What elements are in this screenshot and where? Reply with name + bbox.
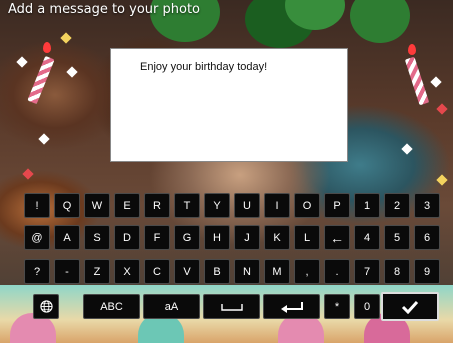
key-e[interactable]: E [114, 193, 140, 218]
key-asterisk[interactable]: * [324, 294, 350, 319]
key-o[interactable]: O [294, 193, 320, 218]
key-f[interactable]: F [144, 225, 170, 250]
enter-key[interactable] [263, 294, 320, 319]
key-symbol-10[interactable]: . [324, 259, 350, 284]
space-key[interactable] [203, 294, 260, 319]
key-y[interactable]: Y [204, 193, 230, 218]
key-x[interactable]: X [114, 259, 140, 284]
on-screen-keyboard: ABC aA * 0 ! Q W E R T Y U I O P 1 2 3 @ A S D F G H J K L ← 4 5 6?… [0, 0, 453, 343]
key-j[interactable]: J [234, 225, 260, 250]
key-symbol-0[interactable]: @ [24, 225, 50, 250]
case-toggle-key[interactable]: aA [143, 294, 200, 319]
key-c[interactable]: C [144, 259, 170, 284]
key-h[interactable]: H [204, 225, 230, 250]
key-3[interactable]: 3 [414, 193, 440, 218]
key-symbol-0[interactable]: ! [24, 193, 50, 218]
key-p[interactable]: P [324, 193, 350, 218]
key-w[interactable]: W [84, 193, 110, 218]
key-5[interactable]: 5 [384, 225, 410, 250]
key-symbol-9[interactable]: , [294, 259, 320, 284]
key-t[interactable]: T [174, 193, 200, 218]
key-1[interactable]: 1 [354, 193, 380, 218]
key-u[interactable]: U [234, 193, 260, 218]
key-q[interactable]: Q [54, 193, 80, 218]
key-a[interactable]: A [54, 225, 80, 250]
key-8[interactable]: 8 [384, 259, 410, 284]
key-6[interactable]: 6 [414, 225, 440, 250]
key-9[interactable]: 9 [414, 259, 440, 284]
key-m[interactable]: M [264, 259, 290, 284]
checkmark-icon [401, 300, 419, 314]
key-l[interactable]: L [294, 225, 320, 250]
globe-icon [39, 300, 53, 313]
key-b[interactable]: B [204, 259, 230, 284]
key-symbol-1[interactable]: - [54, 259, 80, 284]
key-r[interactable]: R [144, 193, 170, 218]
key-z[interactable]: Z [84, 259, 110, 284]
language-key[interactable] [33, 294, 59, 319]
key-2[interactable]: 2 [384, 193, 410, 218]
abc-key[interactable]: ABC [83, 294, 140, 319]
key-k[interactable]: K [264, 225, 290, 250]
backspace-key[interactable]: ← [324, 225, 350, 250]
enter-icon [280, 301, 303, 313]
key-0[interactable]: 0 [354, 294, 380, 319]
key-7[interactable]: 7 [354, 259, 380, 284]
key-v[interactable]: V [174, 259, 200, 284]
key-s[interactable]: S [84, 225, 110, 250]
key-d[interactable]: D [114, 225, 140, 250]
key-g[interactable]: G [174, 225, 200, 250]
confirm-button[interactable] [381, 292, 439, 321]
key-4[interactable]: 4 [354, 225, 380, 250]
key-symbol-0[interactable]: ? [24, 259, 50, 284]
key-n[interactable]: N [234, 259, 260, 284]
space-icon [220, 303, 243, 311]
key-i[interactable]: I [264, 193, 290, 218]
